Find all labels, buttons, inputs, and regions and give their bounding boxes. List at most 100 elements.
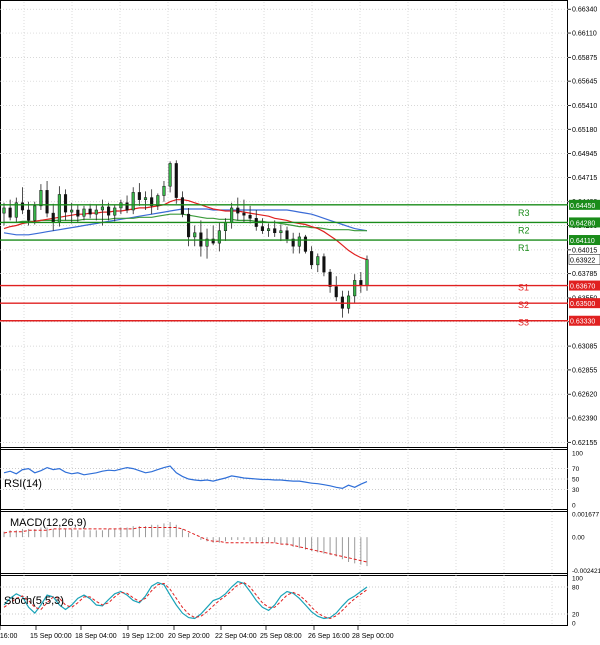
macd-label: MACD(12,26,9) xyxy=(10,517,86,529)
rsi-tick-label: 100 xyxy=(572,451,583,458)
y-tick-label: 0.62855 xyxy=(572,367,597,374)
candle xyxy=(88,208,92,215)
stoch-tick-label: 80 xyxy=(572,585,580,592)
level-price-label: 0.63500 xyxy=(570,301,595,308)
y-tick-label: 0.64015 xyxy=(572,247,597,254)
stoch-tick-label: 0 xyxy=(572,621,576,628)
chart-frame xyxy=(0,0,568,626)
y-tick-label: 0.63085 xyxy=(572,344,597,351)
candle xyxy=(162,185,166,196)
candle xyxy=(187,213,191,238)
candle xyxy=(267,228,271,231)
candle xyxy=(39,190,43,207)
candle xyxy=(20,202,25,211)
candle xyxy=(131,192,135,211)
macd-tick-label: 0.001677 xyxy=(572,512,599,519)
x-tick-label: 22 Sep 04:00 xyxy=(215,633,257,640)
current-price-label: 0.63922 xyxy=(570,257,595,264)
level-price-label: 0.64450 xyxy=(570,203,595,210)
candle xyxy=(94,209,98,215)
y-tick-label: 0.63785 xyxy=(572,271,597,278)
macd-signal-line xyxy=(3,527,368,563)
y-tick-label: 0.66110 xyxy=(572,31,597,38)
macd-tick-label: -0.002421 xyxy=(572,568,600,575)
candle xyxy=(316,256,320,266)
candle xyxy=(107,206,111,216)
rsi-line xyxy=(3,465,368,490)
candle xyxy=(63,194,68,213)
candle xyxy=(217,230,221,244)
candle xyxy=(180,197,184,215)
level-label-r3: R3 xyxy=(518,208,530,218)
rsi-tick-label: 0 xyxy=(572,503,576,510)
candle xyxy=(223,222,228,231)
candle xyxy=(285,230,289,240)
x-tick-label: 20 Sep 20:00 xyxy=(168,633,210,640)
level-price-label: 0.64110 xyxy=(570,238,595,245)
candle xyxy=(328,271,332,287)
candle xyxy=(236,207,240,214)
rsi-tick-label: 70 xyxy=(572,466,580,473)
candle xyxy=(27,209,31,221)
y-tick-label: 0.62155 xyxy=(572,440,597,447)
candle xyxy=(303,236,308,252)
candle xyxy=(248,214,252,219)
x-tick-label: 18 Sep 04:00 xyxy=(75,633,117,640)
y-tick-label: 0.65875 xyxy=(572,55,597,62)
candle xyxy=(322,256,326,273)
y-tick-label: 0.66340 xyxy=(572,7,597,14)
candle xyxy=(70,209,74,213)
price-chart: 0.66340 0.66110 0.65875 0.65645 0.65410 0.651… xyxy=(0,0,600,640)
candle xyxy=(168,163,172,187)
level-label-r1: R1 xyxy=(518,243,530,253)
candle xyxy=(310,251,314,266)
candle xyxy=(113,207,117,216)
candle xyxy=(365,259,369,286)
level-price-label: 0.64280 xyxy=(570,220,595,227)
y-tick-label: 0.65180 xyxy=(572,127,597,134)
candle xyxy=(57,194,61,223)
level-price-label: 0.63330 xyxy=(570,319,595,326)
candle xyxy=(346,295,351,309)
level-price-label: 0.63670 xyxy=(570,284,595,291)
stoch-tick-label: 20 xyxy=(572,612,580,619)
x-tick-label: 25 Sep 08:00 xyxy=(260,633,302,640)
candle xyxy=(242,212,246,216)
rsi-tick-label: 50 xyxy=(572,477,580,484)
x-tick-label: 19 Sep 12:00 xyxy=(122,633,164,640)
candle xyxy=(45,190,49,214)
candle xyxy=(2,207,6,214)
rsi-tick-label: 30 xyxy=(572,487,580,494)
y-tick-label: 0.62390 xyxy=(572,416,597,423)
candle xyxy=(174,163,178,198)
level-label-s1: S1 xyxy=(518,283,529,293)
y-tick-label: 0.64715 xyxy=(572,175,597,182)
candle xyxy=(353,280,357,297)
candle xyxy=(8,207,12,218)
candle xyxy=(143,197,148,200)
stoch-label: Stoch(5,5,3) xyxy=(4,595,64,607)
candle xyxy=(137,192,141,200)
candle xyxy=(297,236,301,247)
candle xyxy=(193,232,197,238)
level-label-r2: R2 xyxy=(518,225,530,235)
candle xyxy=(100,206,104,211)
y-tick-label: 0.65410 xyxy=(572,103,597,110)
candle xyxy=(76,209,80,217)
level-label-s2: S2 xyxy=(518,300,529,310)
x-tick-label: 26 Sep 16:00 xyxy=(308,633,350,640)
x-tick-label: p 16:00 xyxy=(0,633,17,640)
x-tick-label: 15 Sep 00:00 xyxy=(30,633,72,640)
candle xyxy=(82,208,86,217)
candle xyxy=(273,228,277,234)
candle xyxy=(230,207,234,223)
rsi-label: RSI(14) xyxy=(4,478,42,490)
macd-tick-label: 0.00 xyxy=(572,535,585,542)
level-label-s3: S3 xyxy=(518,318,529,328)
candle xyxy=(125,202,129,211)
x-tick-label: 28 Sep 00:00 xyxy=(352,633,394,640)
candle xyxy=(33,205,37,221)
y-tick-label: 0.65645 xyxy=(572,79,597,86)
candle xyxy=(260,226,264,231)
stoch-tick-label: 100 xyxy=(572,576,583,583)
